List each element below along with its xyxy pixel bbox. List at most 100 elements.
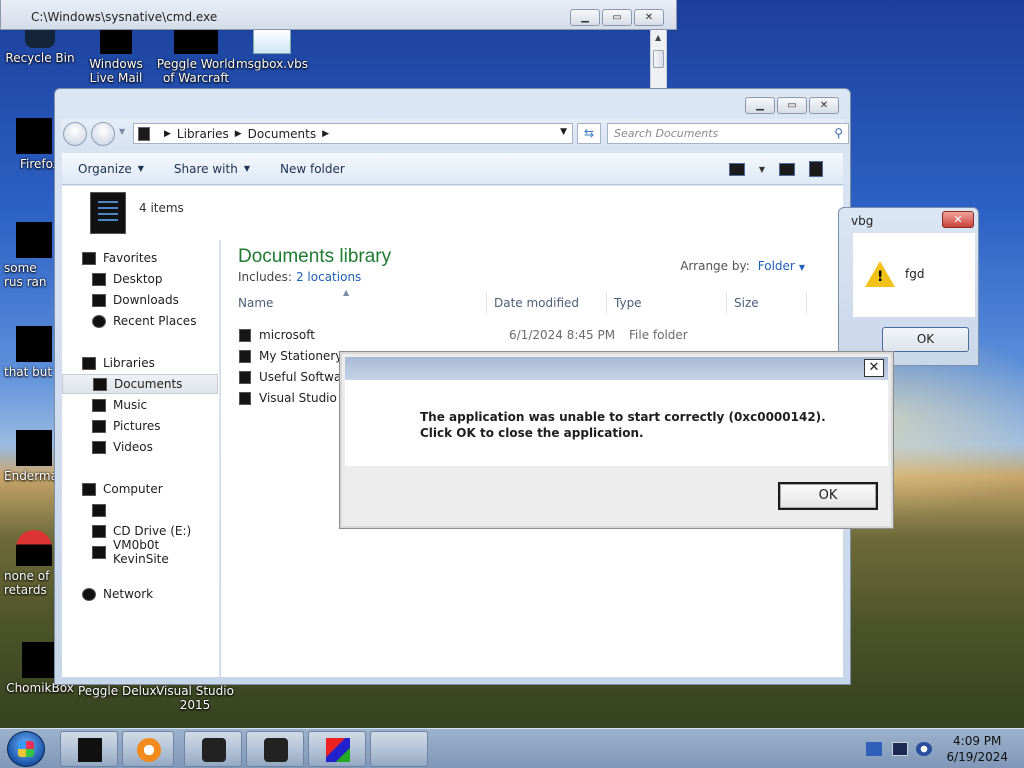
nav-recent-places[interactable]: Recent Places <box>62 311 218 331</box>
network-tray-icon[interactable] <box>892 742 908 756</box>
minimize-button[interactable]: ▁ <box>745 97 775 114</box>
arrange-by: Arrange by: Folder ▼ <box>680 259 805 273</box>
taskbar-app-button[interactable] <box>246 731 304 767</box>
organize-label: Organize <box>78 161 132 176</box>
nav-computer[interactable]: Computer <box>62 479 218 499</box>
nav-music[interactable]: Music <box>62 395 218 415</box>
desktop-icon-enderman[interactable]: Enderma <box>0 430 54 483</box>
error-dialog[interactable]: ✕ The application was unable to start co… <box>339 351 894 529</box>
explorer-caption-buttons: ▁ ▭ ✕ <box>745 97 839 114</box>
maximize-button[interactable]: ▭ <box>602 9 632 26</box>
vbg-ok-button[interactable]: OK <box>882 327 969 352</box>
tray-clock[interactable]: 4:09 PM 6/19/2024 <box>946 733 1008 765</box>
address-bar[interactable]: ▶ Libraries ▶ Documents ▶ ▼ <box>133 123 573 144</box>
nav-videos[interactable]: Videos <box>62 437 218 457</box>
warning-icon: ! <box>865 261 895 287</box>
desktop-icon-recycle-bin[interactable]: Recycle Bin <box>0 28 80 65</box>
chevron-down-icon[interactable]: ▼ <box>759 165 765 174</box>
breadcrumb-separator-icon[interactable]: ▶ <box>235 129 242 139</box>
close-button[interactable]: ✕ <box>864 359 884 377</box>
share-with-button[interactable]: Share with ▼ <box>174 162 250 176</box>
pictures-icon <box>92 419 106 433</box>
desktop-icon-windows-live-mail[interactable]: Windows Live Mail <box>76 28 156 85</box>
computer-icon <box>82 482 96 496</box>
search-icon[interactable]: ⚲ <box>834 126 843 140</box>
nav-network[interactable]: Network <box>62 584 218 604</box>
error-ok-button[interactable]: OK <box>778 482 878 510</box>
breadcrumb-libraries[interactable]: Libraries <box>177 127 229 141</box>
breadcrumb-documents[interactable]: Documents <box>248 127 316 141</box>
desktop-icon-peggle-wow[interactable]: Peggle World of Warcraft ... <box>156 28 236 85</box>
script-file-icon <box>253 28 291 54</box>
folder-icon <box>239 328 251 342</box>
close-button[interactable]: ✕ <box>809 97 839 114</box>
breadcrumb-separator-icon[interactable]: ▶ <box>322 129 329 139</box>
chevron-down-icon[interactable]: ▼ <box>799 263 805 272</box>
desktop-icon-none-of[interactable]: none of retards ki <box>0 530 54 597</box>
libraries-icon <box>82 356 96 370</box>
breadcrumb-separator-icon[interactable]: ▶ <box>164 129 171 139</box>
cmd-window-title: C:\Windows\sysnative\cmd.exe <box>31 10 218 24</box>
downloads-icon <box>92 293 106 307</box>
desktop-icon-visual-studio[interactable]: Visual Studio 2015 <box>155 684 235 712</box>
nav-favorites[interactable]: Favorites <box>62 248 218 268</box>
refresh-icon: ⇆ <box>583 126 595 140</box>
tray-app-icon[interactable] <box>866 742 882 756</box>
back-button[interactable] <box>63 122 87 146</box>
change-view-icon[interactable] <box>728 162 745 176</box>
desktop-icon-peggle-deluxe[interactable]: Peggle Deluxe <box>78 684 158 698</box>
error-message: The application was unable to start corr… <box>420 410 826 440</box>
scrollbar-thumb[interactable] <box>653 50 664 68</box>
minimize-button[interactable]: ▁ <box>570 9 600 26</box>
nav-music-label: Music <box>113 398 148 412</box>
locations-link[interactable]: 2 locations <box>296 270 361 284</box>
start-button[interactable] <box>7 731 45 767</box>
close-button[interactable]: ✕ <box>634 9 664 26</box>
organize-button[interactable]: Organize ▼ <box>78 162 144 176</box>
error-dialog-titlebar: ✕ <box>345 357 888 380</box>
desktop-icon-firefox[interactable]: Firefox <box>0 118 54 171</box>
taskbar-app-button[interactable] <box>370 731 428 767</box>
nav-desktop[interactable]: Desktop <box>62 269 218 289</box>
column-header-name[interactable]: Name ▲ <box>231 288 487 314</box>
column-header-type[interactable]: Type <box>607 292 727 314</box>
new-folder-button[interactable]: New folder <box>280 162 345 176</box>
preview-pane-icon[interactable] <box>779 162 795 176</box>
maximize-icon: ▭ <box>612 12 622 23</box>
new-folder-label: New folder <box>279 161 345 176</box>
refresh-button[interactable]: ⇆ <box>577 123 601 144</box>
column-header-date[interactable]: Date modified <box>487 292 607 314</box>
vbg-message-box[interactable]: vbg ✕ ! fgd OK <box>838 207 979 366</box>
scroll-up-arrow-icon[interactable]: ▲ <box>655 33 661 42</box>
close-icon: ✕ <box>868 360 880 375</box>
close-button[interactable]: ✕ <box>942 211 974 228</box>
desktop-icon-msgbox-vbs[interactable]: msgbox.vbs <box>232 28 312 71</box>
taskbar-media-player-button[interactable] <box>122 731 174 767</box>
nav-documents[interactable]: Documents <box>62 374 218 394</box>
desktop-icon-some-rus[interactable]: some rus ran a r <box>0 222 54 289</box>
file-row[interactable]: microsoft 6/1/2024 8:45 PM File folder <box>231 325 688 345</box>
search-input[interactable]: Search Documents ⚲ <box>607 123 849 144</box>
forward-button[interactable] <box>91 122 115 146</box>
column-header-size[interactable]: Size <box>727 292 807 314</box>
nav-libraries[interactable]: Libraries <box>62 353 218 373</box>
address-dropdown-icon[interactable]: ▼ <box>560 127 567 137</box>
taskbar-app-button[interactable] <box>184 731 242 767</box>
nav-network-drive[interactable]: VM0b0t KevinSite <box>62 538 218 566</box>
peggle-icon <box>174 28 218 54</box>
taskbar-app-button[interactable] <box>308 731 366 767</box>
help-icon[interactable] <box>809 161 823 177</box>
taskbar-explorer-button[interactable] <box>60 731 118 767</box>
nav-pictures-label: Pictures <box>113 419 161 433</box>
details-header: 4 items <box>62 186 843 240</box>
maximize-button[interactable]: ▭ <box>777 97 807 114</box>
nav-local-disk[interactable] <box>62 500 218 520</box>
column-headers: Name ▲ Date modified Type Size <box>231 288 823 314</box>
nav-downloads[interactable]: Downloads <box>62 290 218 310</box>
desktop-icon-that-but[interactable]: that but i <box>0 326 54 379</box>
volume-tray-icon[interactable] <box>916 742 932 756</box>
recent-pages-chevron-icon[interactable]: ▼ <box>119 127 125 136</box>
nav-pictures[interactable]: Pictures <box>62 416 218 436</box>
cmd-window[interactable]: C:\Windows\sysnative\cmd.exe ▁ ▭ ✕ <box>0 0 677 30</box>
arrange-by-dropdown[interactable]: Folder <box>758 259 795 273</box>
